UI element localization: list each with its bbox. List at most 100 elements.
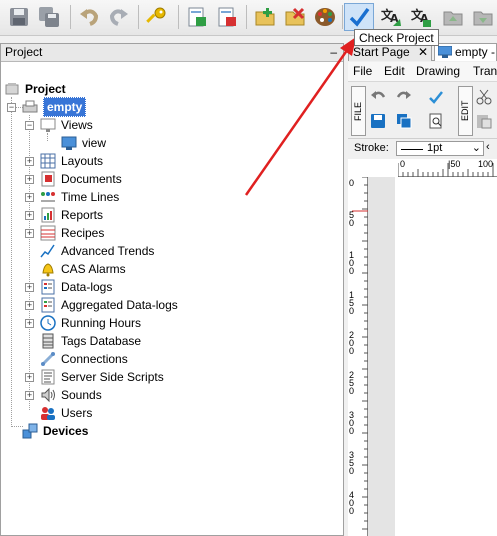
translate-edit-icon[interactable]: 文A — [406, 3, 436, 31]
tree-root-label: Project — [25, 82, 66, 96]
tree-root[interactable]: Project — [4, 80, 66, 98]
folder-up-icon[interactable] — [438, 3, 468, 31]
ruler-tick-label: 3 0 0 — [349, 410, 355, 436]
ruler-tick-label: 0 — [349, 178, 355, 188]
tree-item-tags-database[interactable]: Tags Database — [40, 332, 141, 350]
tab-label: empty - — [455, 45, 496, 59]
menu-file[interactable]: File — [353, 64, 372, 78]
key-icon[interactable] — [142, 3, 172, 31]
save-all-icon[interactable] — [396, 113, 412, 129]
save-icon[interactable] — [4, 3, 34, 31]
vertical-ruler: 0 5 0 1 0 0 1 5 0 2 0 0 2 5 0 3 0 0 3 5 … — [348, 177, 368, 536]
tooltip: Check Project — [354, 29, 439, 46]
tree-item-sounds[interactable]: Sounds — [40, 386, 102, 404]
tree-item-advanced-trends[interactable]: Advanced Trends — [40, 242, 154, 260]
cut-icon[interactable] — [476, 89, 492, 105]
menu-transform[interactable]: Tran — [473, 64, 497, 78]
menu-drawing[interactable]: Drawing — [416, 64, 460, 78]
devices-icon — [22, 423, 38, 439]
ruler-tick-label: 1 0 0 — [349, 250, 355, 276]
expand-toggle[interactable]: + — [25, 175, 34, 184]
ribbon-file-tab[interactable]: FILE — [351, 86, 366, 136]
expand-toggle[interactable]: + — [25, 319, 34, 328]
editor-ribbon: FILE EDIT — [348, 83, 497, 139]
recipes-icon — [40, 225, 56, 241]
tree-item-users[interactable]: Users — [40, 404, 92, 422]
tree-item-connections[interactable]: Connections — [40, 350, 128, 368]
save-icon[interactable] — [370, 113, 386, 129]
expand-toggle[interactable]: + — [25, 193, 34, 202]
tree-item-label: Recipes — [61, 226, 105, 240]
check-icon[interactable] — [428, 89, 444, 105]
undo-icon[interactable] — [370, 89, 386, 105]
tree-item-views[interactable]: Views — [40, 116, 93, 134]
monitor-icon — [438, 46, 452, 58]
redo-icon[interactable] — [396, 89, 412, 105]
ribbon-edit-tab[interactable]: EDIT — [458, 86, 473, 136]
tree-item-layouts[interactable]: Layouts — [40, 152, 103, 170]
undo-icon[interactable] — [74, 3, 104, 31]
check-icon[interactable] — [344, 3, 374, 31]
ruler-tick-label: 2 5 0 — [349, 370, 355, 396]
tree-item-aggregated-data-logs[interactable]: Aggregated Data-logs — [40, 296, 178, 314]
stroke-select[interactable]: 1pt ⌄ — [396, 141, 484, 156]
tree-item-label: Layouts — [61, 154, 104, 168]
tree-item-reports[interactable]: Reports — [40, 206, 103, 224]
redo-icon[interactable] — [104, 3, 134, 31]
tree-item-recipes[interactable]: Recipes — [40, 224, 104, 242]
tree-item-empty-label: empty — [43, 97, 87, 117]
layouts-icon — [40, 153, 56, 169]
tree-item-label: Aggregated Data-logs — [61, 298, 178, 312]
expand-toggle[interactable]: + — [25, 301, 34, 310]
editor-area: Start Page ✕ empty - File Edit Drawing T… — [348, 43, 497, 536]
tree-item-time-lines[interactable]: Time Lines — [40, 188, 119, 206]
project-panel-header: Project – — [1, 44, 343, 62]
expand-toggle[interactable]: + — [25, 283, 34, 292]
expand-toggle[interactable]: + — [25, 157, 34, 166]
tree-item-documents[interactable]: Documents — [40, 170, 122, 188]
tree-item-data-logs[interactable]: Data-logs — [40, 278, 112, 296]
timeline-icon — [40, 189, 56, 205]
palette-icon[interactable] — [310, 3, 340, 31]
views-collapse-toggle[interactable]: − — [25, 121, 34, 130]
expand-toggle[interactable]: + — [25, 211, 34, 220]
collapse-toggle[interactable]: − — [7, 103, 16, 112]
tab-empty[interactable]: empty - — [434, 43, 497, 61]
export-icon[interactable] — [212, 3, 242, 31]
add-file-icon[interactable] — [250, 3, 280, 31]
project-panel: Project – Project − empty − Views view +… — [0, 43, 344, 536]
expand-toggle[interactable]: + — [25, 391, 34, 400]
ruler-tick-label: 100 — [478, 159, 494, 169]
tree-item-devices[interactable]: Devices — [22, 422, 88, 440]
stroke-label: Stroke: — [354, 142, 389, 154]
remove-file-icon[interactable] — [280, 3, 310, 31]
drawing-canvas[interactable]: 0 |50 100 0 5 0 1 0 0 1 5 0 2 0 0 2 5 0 … — [348, 159, 497, 536]
preview-icon[interactable] — [428, 113, 444, 129]
tree-item-running-hours[interactable]: Running Hours — [40, 314, 141, 332]
tree-item-server-side-scripts[interactable]: Server Side Scripts — [40, 368, 164, 386]
close-icon[interactable]: ✕ — [418, 44, 428, 61]
import-icon[interactable] — [182, 3, 212, 31]
horizontal-ruler: 0 |50 100 — [398, 159, 497, 177]
clock-icon — [40, 315, 56, 331]
paste-icon[interactable] — [476, 113, 492, 129]
database-icon — [40, 333, 56, 349]
save-all-icon[interactable] — [34, 3, 64, 31]
script-icon — [40, 369, 56, 385]
ruler-tick-label: 4 0 0 — [349, 490, 355, 516]
datalog-icon — [40, 279, 56, 295]
translate-icon[interactable]: 文A — [376, 3, 406, 31]
chevron-left-icon[interactable]: ‹ — [486, 141, 490, 153]
reports-icon — [40, 207, 56, 223]
stroke-bar: Stroke: 1pt ⌄ ‹ — [348, 140, 497, 158]
tree-item-label: Sounds — [61, 388, 102, 402]
tree-item-view[interactable]: view — [61, 134, 106, 152]
minimize-button[interactable]: – — [330, 44, 337, 61]
expand-toggle[interactable]: + — [25, 373, 34, 382]
tree-item-empty[interactable]: empty — [22, 97, 87, 117]
expand-toggle[interactable]: + — [25, 229, 34, 238]
chevron-down-icon: ⌄ — [471, 142, 481, 154]
folder-down-icon[interactable] — [468, 3, 497, 31]
tree-item-cas-alarms[interactable]: CAS Alarms — [40, 260, 126, 278]
menu-edit[interactable]: Edit — [384, 64, 405, 78]
